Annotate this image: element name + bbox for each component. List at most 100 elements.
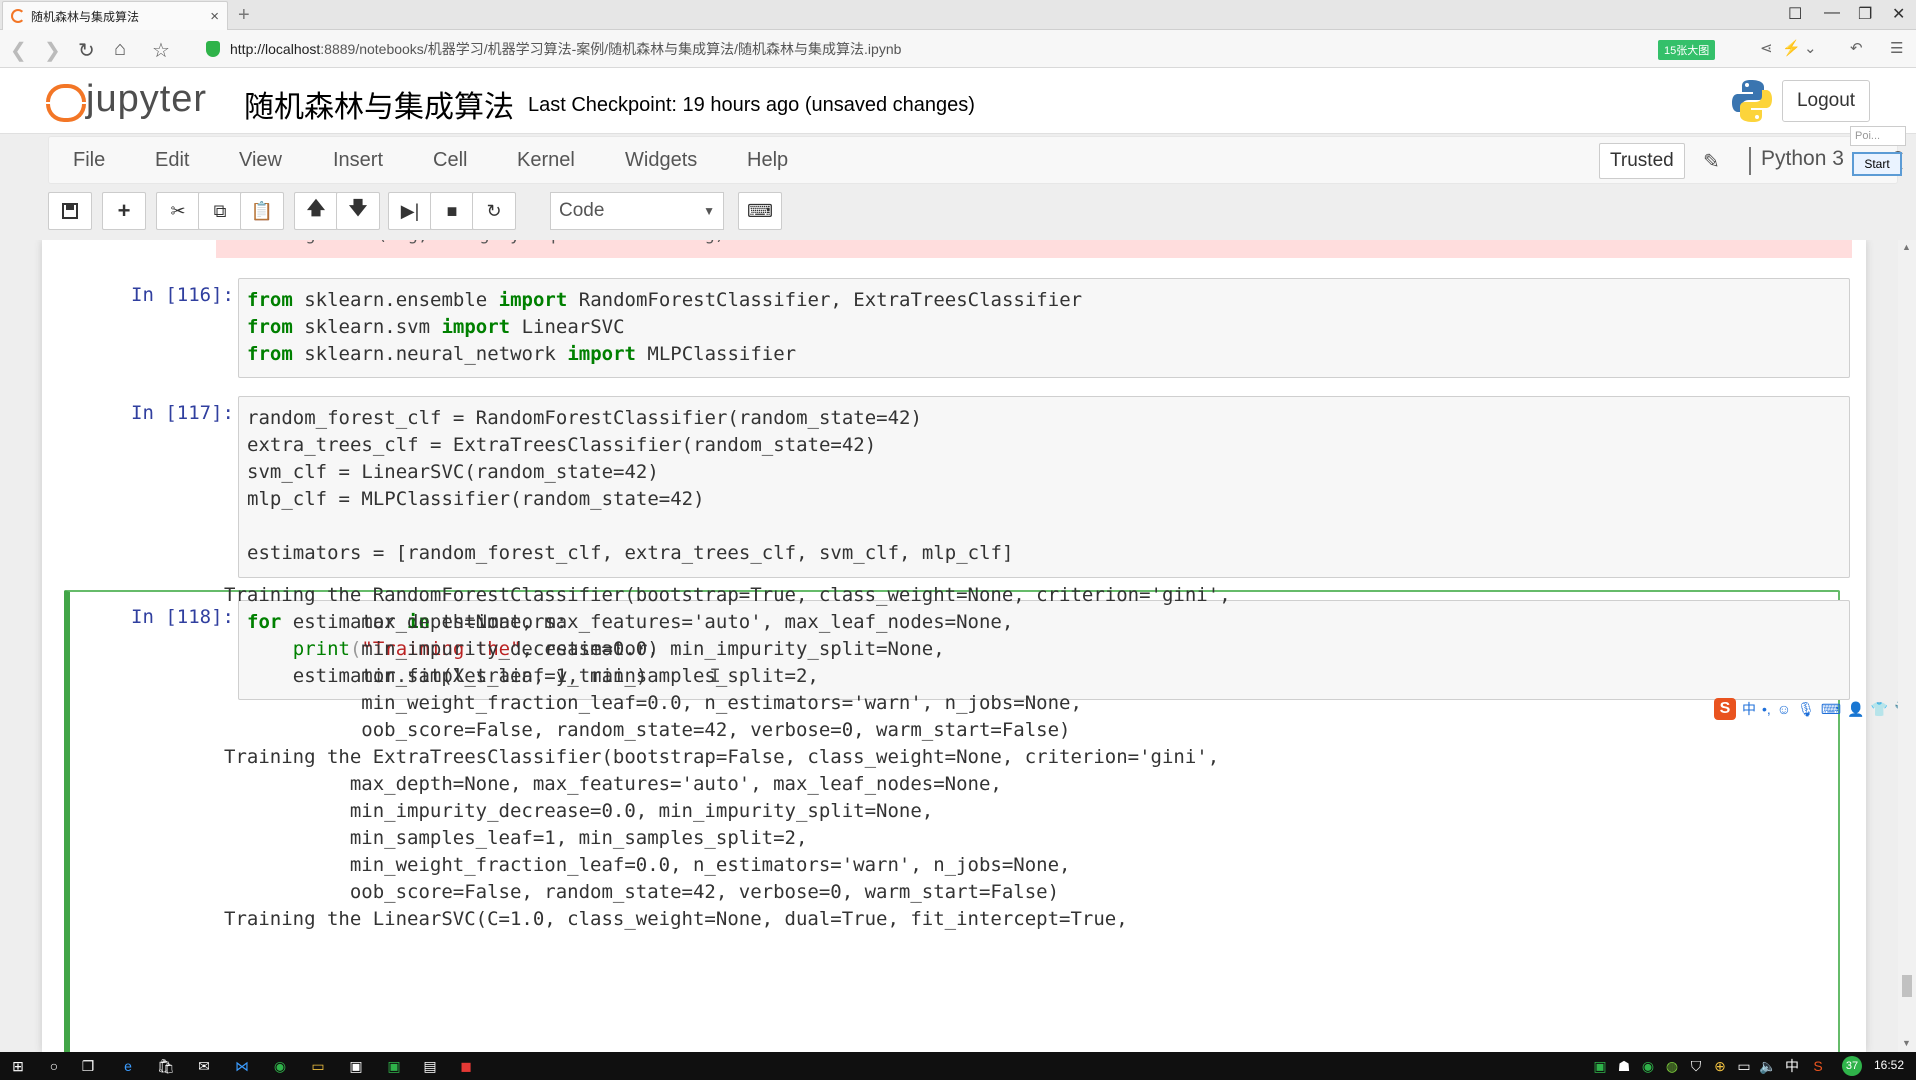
notebook-area: warnings.warn(msg, category=DeprecationW… bbox=[0, 240, 1916, 1052]
menu-insert[interactable]: Insert bbox=[333, 149, 383, 172]
tray-wechat-icon[interactable]: ◍ bbox=[1662, 1056, 1682, 1076]
paste-icon[interactable]: 📋 bbox=[240, 192, 284, 230]
cell-output: Training the RandomForestClassifier(boot… bbox=[224, 582, 1824, 933]
move-down-icon[interactable]: 🡇 bbox=[336, 192, 380, 230]
restart-icon[interactable]: ↻ bbox=[472, 192, 516, 230]
network-icon[interactable]: ▭ bbox=[1734, 1056, 1754, 1076]
copy-icon[interactable]: ⧉ bbox=[198, 192, 242, 230]
store-icon[interactable]: 🛍 bbox=[156, 1056, 176, 1076]
menu-edit[interactable]: Edit bbox=[155, 149, 189, 172]
terminal-icon[interactable]: ▣ bbox=[384, 1056, 404, 1076]
menu-view[interactable]: View bbox=[239, 149, 282, 172]
back-icon[interactable]: ❮ bbox=[10, 38, 27, 63]
address-bar: ❮ ❯ ↻ ⌂ ☆ http://localhost :8889/noteboo… bbox=[0, 30, 1916, 68]
menu-icon[interactable]: ☰ bbox=[1890, 39, 1903, 57]
tray-sogou-icon[interactable]: S bbox=[1808, 1056, 1828, 1076]
user-icon[interactable]: 👤 bbox=[1847, 701, 1864, 718]
cell-prompt: In [117]: bbox=[131, 402, 234, 424]
new-tab-button[interactable]: + bbox=[238, 4, 250, 27]
page-scrollbar[interactable]: ▲ ▼ bbox=[1898, 240, 1916, 1052]
cut-icon[interactable]: ✂ bbox=[156, 192, 200, 230]
insert-cell-icon[interactable]: + bbox=[102, 192, 146, 230]
menu-cell[interactable]: Cell bbox=[433, 149, 467, 172]
jupyter-logo[interactable]: jupyter bbox=[44, 78, 207, 122]
logout-button[interactable]: Logout bbox=[1782, 80, 1870, 122]
forward-icon[interactable]: ❯ bbox=[44, 38, 61, 63]
share-icon[interactable]: ⋖ bbox=[1760, 39, 1773, 57]
scroll-thumb[interactable] bbox=[1902, 975, 1912, 997]
menu-widgets[interactable]: Widgets bbox=[625, 149, 697, 172]
lightning-icon[interactable]: ⚡ bbox=[1782, 39, 1801, 57]
clock[interactable]: 16:52 bbox=[1874, 1058, 1904, 1072]
dropdown-icon[interactable]: ⌄ bbox=[1804, 39, 1817, 57]
browser-360-icon[interactable]: ◉ bbox=[270, 1056, 290, 1076]
tray-app-icon[interactable]: ▣ bbox=[1590, 1056, 1610, 1076]
cell-type-select[interactable]: Code ▼ bbox=[550, 192, 724, 230]
undo-icon[interactable]: ↶ bbox=[1850, 39, 1863, 57]
sogou-logo-icon: S bbox=[1714, 698, 1736, 720]
mail-icon[interactable]: ✉ bbox=[194, 1056, 214, 1076]
kernel-name[interactable]: Python 3 bbox=[1749, 147, 1844, 175]
browser-tab[interactable]: 随机森林与集成算法 × bbox=[2, 1, 228, 30]
ime-lang[interactable]: 中 bbox=[1742, 699, 1756, 719]
promo-badge[interactable]: 15张大图 bbox=[1658, 40, 1716, 60]
windows-start-icon[interactable]: ⊞ bbox=[8, 1056, 28, 1076]
reload-icon[interactable]: ↻ bbox=[78, 38, 95, 63]
move-up-icon[interactable]: 🡅 bbox=[294, 192, 338, 230]
tray-shield-icon[interactable]: ⛉ bbox=[1686, 1056, 1706, 1076]
keyboard-icon[interactable]: ⌨ bbox=[738, 192, 782, 230]
output-line: Training the RandomForestClassifier(boot… bbox=[224, 584, 1231, 606]
ime-toolbar[interactable]: S 中 •, ☺ 🎙 ⌨ 👤 👕 🔧 bbox=[1714, 696, 1911, 722]
code-input[interactable]: random_forest_clf = RandomForestClassifi… bbox=[238, 396, 1850, 578]
app-icon[interactable]: ▣ bbox=[346, 1056, 366, 1076]
volume-icon[interactable]: 🔈 bbox=[1758, 1056, 1778, 1076]
cortana-icon[interactable]: ○ bbox=[44, 1056, 64, 1076]
tab-close-icon[interactable]: × bbox=[210, 8, 219, 25]
skin-icon[interactable]: 👕 bbox=[1871, 701, 1888, 718]
tray-bear-icon[interactable]: ☗ bbox=[1614, 1056, 1634, 1076]
collection-icon[interactable]: ☐ bbox=[1788, 4, 1802, 24]
notification-badge[interactable]: 37 bbox=[1842, 1056, 1862, 1076]
scroll-down-icon[interactable]: ▼ bbox=[1902, 1038, 1911, 1048]
microphone-icon[interactable]: 🎙 bbox=[1797, 701, 1815, 718]
output-line: min_samples_leaf=1, min_samples_split=2, bbox=[224, 665, 819, 687]
vscode-icon[interactable]: ⋈ bbox=[232, 1056, 252, 1076]
recorder-icon[interactable]: ◼ bbox=[456, 1056, 476, 1076]
notepad-icon[interactable]: ▤ bbox=[420, 1056, 440, 1076]
folder-icon[interactable]: ▭ bbox=[308, 1056, 328, 1076]
url-field[interactable]: http://localhost :8889/notebooks/机器学习/机器… bbox=[206, 36, 1746, 62]
code-line: from sklearn.neural_network import MLPCl… bbox=[247, 343, 797, 365]
tray-lang[interactable]: 中 bbox=[1782, 1056, 1802, 1076]
notebook-name[interactable]: 随机森林与集成算法 bbox=[244, 82, 514, 126]
trusted-indicator[interactable]: Trusted bbox=[1599, 143, 1685, 179]
output-line: max_depth=None, max_features='auto', max… bbox=[224, 611, 1014, 633]
minimize-icon[interactable]: — bbox=[1824, 4, 1840, 22]
scroll-up-icon[interactable]: ▲ bbox=[1902, 242, 1911, 252]
task-view-icon[interactable]: ❐ bbox=[78, 1056, 98, 1076]
tray-360-icon[interactable]: ◉ bbox=[1638, 1056, 1658, 1076]
start-button[interactable]: Start bbox=[1852, 152, 1902, 176]
emoji-icon[interactable]: ☺ bbox=[1777, 701, 1791, 717]
tray-plus-icon[interactable]: ⊕ bbox=[1710, 1056, 1730, 1076]
url-host: http://localhost bbox=[230, 41, 321, 57]
chevron-down-icon: ▼ bbox=[703, 204, 715, 218]
keyboard-icon[interactable]: ⌨ bbox=[1821, 701, 1841, 718]
punctuation-icon[interactable]: •, bbox=[1762, 701, 1771, 717]
save-icon[interactable] bbox=[48, 192, 92, 230]
home-icon[interactable]: ⌂ bbox=[114, 38, 126, 61]
interrupt-icon[interactable]: ■ bbox=[430, 192, 474, 230]
favorite-star-icon[interactable]: ☆ bbox=[152, 38, 170, 63]
menubar: File Edit View Insert Cell Kernel Widget… bbox=[48, 136, 1905, 184]
restore-icon[interactable]: ❐ bbox=[1858, 4, 1872, 24]
code-input[interactable]: from sklearn.ensemble import RandomFores… bbox=[238, 278, 1850, 378]
menu-kernel[interactable]: Kernel bbox=[517, 149, 575, 172]
menu-help[interactable]: Help bbox=[747, 149, 788, 172]
run-icon[interactable]: ▶| bbox=[388, 192, 432, 230]
popup-tab[interactable]: Poi... bbox=[1850, 126, 1906, 146]
edge-icon[interactable]: e bbox=[118, 1056, 138, 1076]
menu-file[interactable]: File bbox=[73, 149, 105, 172]
close-window-icon[interactable]: ✕ bbox=[1892, 4, 1905, 24]
edit-mode-pencil-icon: ✎ bbox=[1703, 151, 1720, 173]
python-logo-icon bbox=[1732, 80, 1772, 122]
output-line: min_impurity_decrease=0.0, min_impurity_… bbox=[224, 638, 945, 660]
